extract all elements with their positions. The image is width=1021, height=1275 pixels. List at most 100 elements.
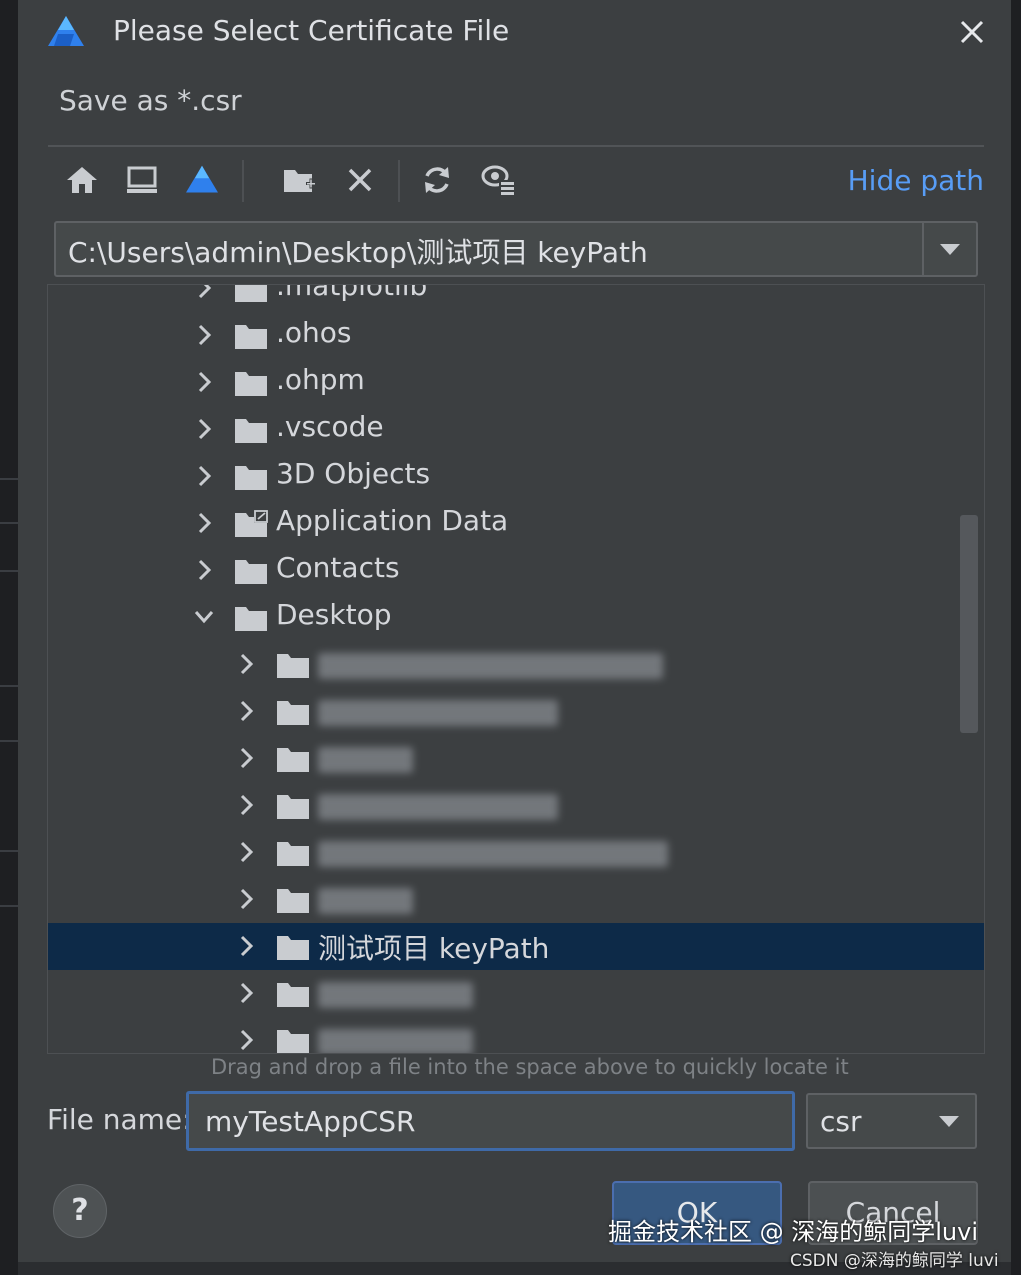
chevron-right-icon[interactable] <box>234 697 258 725</box>
tree-item-label: .ohos <box>276 316 352 349</box>
divider <box>0 685 18 687</box>
chevron-right-icon[interactable] <box>234 979 258 1007</box>
tree-item-label: Desktop <box>276 598 392 631</box>
select-certificate-dialog: Please Select Certificate File Save as *… <box>18 0 1011 1262</box>
tree-row[interactable]: Desktop <box>48 594 984 641</box>
tree-item-label: .vscode <box>276 410 384 443</box>
home-button[interactable] <box>60 158 104 202</box>
folder-icon <box>235 285 267 302</box>
folder-icon <box>235 419 267 443</box>
folder-icon <box>277 889 309 913</box>
tree-row[interactable] <box>48 970 984 1017</box>
tree-row[interactable] <box>48 641 984 688</box>
tree-row[interactable]: .matplotlib <box>48 284 984 312</box>
tree-row[interactable]: 3D Objects <box>48 453 984 500</box>
tree-row[interactable]: Contacts <box>48 547 984 594</box>
tree-row[interactable] <box>48 688 984 735</box>
chevron-right-icon[interactable] <box>192 462 216 490</box>
chevron-right-icon[interactable] <box>234 885 258 913</box>
help-button[interactable]: ? <box>53 1184 107 1238</box>
new-folder-button[interactable] <box>278 158 322 202</box>
folder-icon <box>235 325 267 349</box>
tree-row[interactable]: .ohos <box>48 312 984 359</box>
project-button[interactable] <box>180 158 224 202</box>
show-hidden-button[interactable] <box>478 158 522 202</box>
toolbar: Hide path <box>48 152 988 210</box>
dialog-subtitle: Save as *.csr <box>59 84 242 117</box>
chevron-right-icon[interactable] <box>234 838 258 866</box>
folder-icon <box>277 842 309 866</box>
file-name-label: File name: <box>47 1103 192 1136</box>
chevron-right-icon[interactable] <box>192 415 216 443</box>
folder-icon <box>277 748 309 772</box>
background-window-strip-right <box>1011 0 1021 1275</box>
background-window-strip <box>0 0 18 1275</box>
folder-icon <box>235 372 267 396</box>
chevron-right-icon[interactable] <box>234 650 258 678</box>
close-icon[interactable] <box>954 14 990 50</box>
delete-button[interactable] <box>338 158 382 202</box>
folder-icon <box>235 466 267 490</box>
redacted-label <box>318 747 413 773</box>
divider <box>0 905 18 907</box>
tree-row[interactable] <box>48 782 984 829</box>
chevron-right-icon[interactable] <box>192 368 216 396</box>
chevron-right-icon[interactable] <box>234 932 258 960</box>
delete-icon <box>348 168 372 192</box>
toolbar-divider <box>242 160 244 202</box>
desktop-button[interactable] <box>120 158 164 202</box>
tree-row[interactable] <box>48 735 984 782</box>
file-name-input[interactable] <box>189 1094 792 1148</box>
refresh-icon <box>425 167 449 193</box>
divider <box>0 740 18 742</box>
folder-icon <box>277 936 309 960</box>
tree-row[interactable]: .ohpm <box>48 359 984 406</box>
file-name-field[interactable] <box>186 1091 795 1151</box>
tree-item-label: 3D Objects <box>276 457 431 490</box>
tree-item-label: .ohpm <box>276 363 365 396</box>
tree-row[interactable] <box>48 876 984 923</box>
tree-row[interactable]: .vscode <box>48 406 984 453</box>
new-folder-icon <box>284 170 316 192</box>
hide-path-link[interactable]: Hide path <box>848 164 984 197</box>
tree-row[interactable] <box>48 1017 984 1054</box>
chevron-right-icon[interactable] <box>234 744 258 772</box>
drag-drop-hint: Drag and drop a file into the space abov… <box>211 1055 849 1079</box>
chevron-right-icon[interactable] <box>192 509 216 537</box>
folder-shortcut-icon <box>235 510 268 537</box>
divider <box>0 522 18 524</box>
chevron-down-icon[interactable] <box>922 223 976 275</box>
redacted-label <box>318 653 663 679</box>
separator <box>48 145 984 147</box>
tree-scrollbar[interactable] <box>960 515 978 733</box>
tree-row[interactable] <box>48 829 984 876</box>
redacted-label <box>318 794 558 820</box>
chevron-right-icon[interactable] <box>192 284 216 302</box>
project-icon <box>186 165 218 193</box>
path-value: C:\Users\admin\Desktop\测试项目 keyPath <box>68 236 648 269</box>
path-combobox[interactable]: C:\Users\admin\Desktop\测试项目 keyPath <box>54 221 978 277</box>
chevron-right-icon[interactable] <box>192 321 216 349</box>
folder-icon <box>277 983 309 1007</box>
tree-row-selected[interactable]: 测试项目 keyPath <box>48 923 984 970</box>
tree-row[interactable]: Application Data <box>48 500 984 547</box>
refresh-button[interactable] <box>415 158 459 202</box>
tree-item-label: 测试项目 keyPath <box>318 932 550 965</box>
file-tree[interactable]: .matplotlib .ohos .ohpm .vscode 3D Objects Ap… <box>47 284 985 1054</box>
title-bar: Please Select Certificate File <box>18 0 1011 66</box>
redacted-label <box>318 1029 473 1053</box>
watermark: CSDN @深海的鲸同学 luvi <box>790 1251 999 1271</box>
tree-item-label: .matplotlib <box>276 284 428 302</box>
tree-item-label: Application Data <box>276 504 509 537</box>
extension-select[interactable]: csr <box>806 1093 977 1149</box>
dialog-title: Please Select Certificate File <box>113 14 510 47</box>
watermark: 掘金技术社区 @ 深海的鲸同学luvi <box>608 1218 979 1246</box>
deveco-logo-icon <box>48 16 84 46</box>
chevron-right-icon[interactable] <box>234 791 258 819</box>
folder-icon <box>235 607 267 631</box>
chevron-right-icon[interactable] <box>192 556 216 584</box>
divider <box>0 478 18 480</box>
toolbar-divider <box>398 160 400 202</box>
chevron-right-icon[interactable] <box>234 1026 258 1054</box>
chevron-down-icon[interactable] <box>192 603 216 631</box>
